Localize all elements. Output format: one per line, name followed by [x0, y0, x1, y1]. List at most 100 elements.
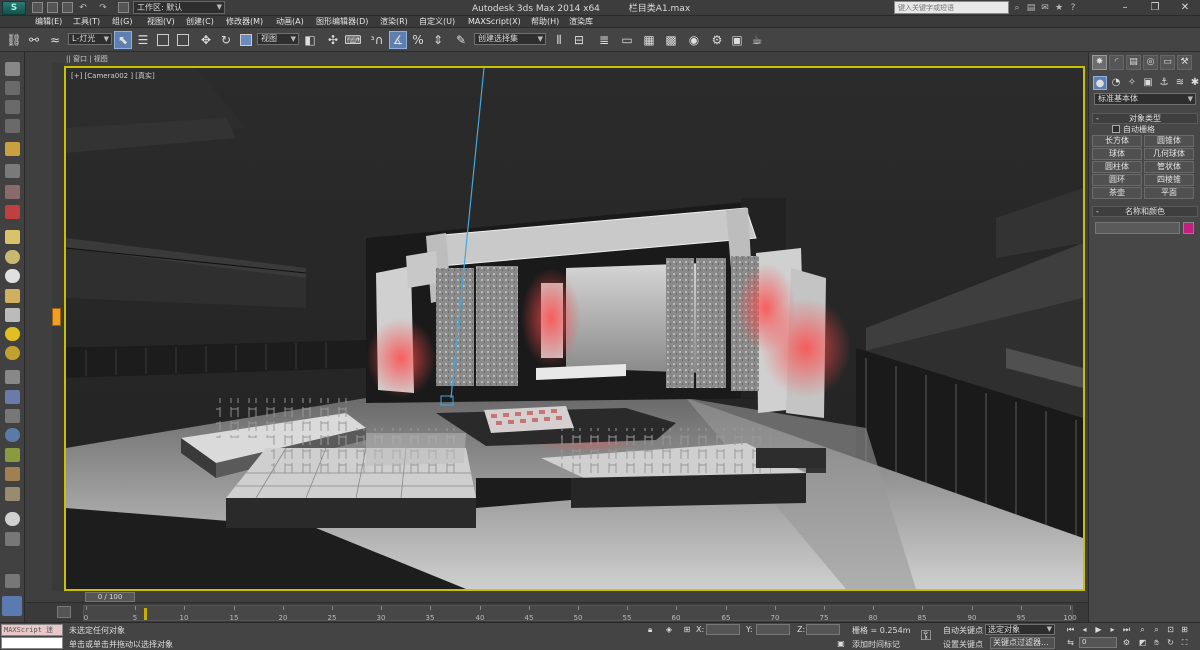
- cylinder-icon[interactable]: [5, 532, 20, 546]
- search-icon[interactable]: ⌕: [1012, 3, 1022, 13]
- help-search-input[interactable]: [894, 1, 1009, 14]
- x-coord-field[interactable]: [706, 624, 740, 635]
- globe-icon[interactable]: [5, 428, 20, 442]
- set-key-button[interactable]: 设置关键点: [943, 639, 983, 650]
- shapes-icon[interactable]: ◔: [1109, 76, 1123, 90]
- key-filters-button[interactable]: 关键点过滤器...: [990, 637, 1055, 649]
- percent-snap-icon[interactable]: %: [409, 31, 427, 49]
- paint-icon[interactable]: [5, 390, 20, 404]
- object-color-swatch[interactable]: [1183, 222, 1194, 234]
- snaps-toggle-icon[interactable]: ᶟ∩: [368, 31, 386, 49]
- cloth-icon[interactable]: [5, 409, 20, 423]
- menu-tools[interactable]: 工具(T): [73, 16, 100, 28]
- graphite-ribbon-icon[interactable]: ▭: [618, 31, 636, 49]
- angle-snap-icon[interactable]: ∡: [389, 31, 407, 49]
- create-tab-icon[interactable]: ✸: [1092, 55, 1107, 70]
- particle-icon[interactable]: [5, 487, 20, 501]
- mini-curve-editor-button[interactable]: [57, 606, 71, 618]
- eye-icon[interactable]: [5, 62, 20, 76]
- pan-icon[interactable]: ✋︎: [1151, 637, 1162, 648]
- menu-group[interactable]: 组(G): [112, 16, 132, 28]
- save-file-icon[interactable]: [62, 2, 73, 13]
- zoom-extents-icon[interactable]: ⊡: [1165, 624, 1176, 635]
- menu-rendering[interactable]: 渲染(R): [380, 16, 408, 28]
- viewport-layout-icon[interactable]: [2, 596, 22, 616]
- layer-manager-icon[interactable]: ≣: [595, 31, 613, 49]
- menu-maxscript[interactable]: MAXScript(X): [468, 16, 521, 28]
- bind-to-space-warp-icon[interactable]: ≈: [46, 31, 64, 49]
- pivot-center-icon[interactable]: ◧: [301, 31, 319, 49]
- display-tab-icon[interactable]: ▭: [1160, 55, 1175, 70]
- viewport-tab[interactable]: || 窗口 | 视图: [66, 55, 116, 64]
- biped-icon[interactable]: [5, 185, 20, 199]
- minimize-button[interactable]: –: [1110, 0, 1140, 16]
- render-icon[interactable]: [5, 81, 20, 95]
- menu-animation[interactable]: 动画(A): [276, 16, 304, 28]
- object-type-rollout[interactable]: - 对象类型: [1092, 113, 1198, 124]
- current-frame-marker[interactable]: [144, 608, 147, 620]
- window-crossing-icon[interactable]: [174, 31, 192, 49]
- menu-create[interactable]: 创建(C): [186, 16, 214, 28]
- previous-frame-icon[interactable]: ◂: [1079, 624, 1090, 635]
- camera-viewport[interactable]: [+] [Camera002 ] [真实]: [64, 66, 1085, 591]
- open-file-icon[interactable]: [47, 2, 58, 13]
- scale-icon[interactable]: [237, 31, 255, 49]
- render-production-icon[interactable]: ☕: [748, 31, 766, 49]
- maximize-button[interactable]: ❐: [1140, 0, 1170, 16]
- communication-center-icon[interactable]: ✉: [1040, 3, 1050, 13]
- unlink-selection-icon[interactable]: ⚯: [25, 31, 43, 49]
- move-icon[interactable]: ✥: [197, 31, 215, 49]
- menu-customize[interactable]: 自定义(U): [419, 16, 455, 28]
- skeleton-icon[interactable]: [5, 164, 20, 178]
- motion-tab-icon[interactable]: ◎: [1143, 55, 1158, 70]
- key-selection-dropdown[interactable]: 选定对象 ▼: [985, 624, 1055, 635]
- document-icon[interactable]: [5, 100, 20, 114]
- maximize-viewport-icon[interactable]: ⛶: [1179, 637, 1190, 648]
- select-manipulate-icon[interactable]: ✣: [324, 31, 342, 49]
- keyboard-shortcut-override-icon[interactable]: ⌨: [344, 31, 362, 49]
- viewport-slider-handle[interactable]: [52, 308, 61, 326]
- subscription-icon[interactable]: ▤: [1026, 3, 1036, 13]
- torus-icon[interactable]: [5, 289, 20, 303]
- sphere-icon[interactable]: [5, 269, 20, 283]
- sphere-button[interactable]: 球体: [1092, 148, 1142, 160]
- orbit-icon[interactable]: ↻: [1165, 637, 1176, 648]
- disk-icon[interactable]: [5, 346, 20, 360]
- reference-coordinate-dropdown[interactable]: 视图 ▼: [257, 33, 299, 45]
- select-and-link-icon[interactable]: ⛓: [5, 31, 23, 49]
- systems-icon[interactable]: ✱: [1188, 76, 1200, 90]
- geosphere-button[interactable]: 几何球体: [1144, 148, 1194, 160]
- workspace-dropdown[interactable]: 工作区: 默认 ▼: [133, 1, 225, 14]
- add-time-tag-button[interactable]: 添加时间标记: [852, 639, 900, 650]
- maxscript-mini-listener[interactable]: [1, 637, 63, 649]
- curve-editor-icon[interactable]: ▦: [640, 31, 658, 49]
- schematic-view-icon[interactable]: ▩: [662, 31, 680, 49]
- zoom-extents-all-icon[interactable]: ⊞: [1179, 624, 1190, 635]
- selection-lock-icon[interactable]: 🔒︎: [648, 625, 656, 634]
- new-file-icon[interactable]: [32, 2, 43, 13]
- light-icon[interactable]: [5, 142, 20, 156]
- menu-render-library[interactable]: 渲染库: [569, 16, 593, 28]
- menu-help[interactable]: 帮助(H): [531, 16, 559, 28]
- render-setup-icon[interactable]: ⚙: [708, 31, 726, 49]
- track-bar-timeline[interactable]: 0 5 10 15 20 25 30 35 40 45 50 55 60 65 70 75 80 85 90 95 10…: [83, 605, 1077, 622]
- box-button[interactable]: 长方体: [1092, 135, 1142, 147]
- utilities-tab-icon[interactable]: ⚒: [1177, 55, 1192, 70]
- spinner-snap-icon[interactable]: ⇕: [429, 31, 447, 49]
- isolate-icon[interactable]: ◈: [664, 625, 674, 635]
- animal-icon[interactable]: [5, 467, 20, 481]
- select-object-icon[interactable]: ⬉: [114, 31, 132, 49]
- help-icon[interactable]: ?: [1068, 3, 1078, 13]
- torus-button[interactable]: 圆环: [1092, 174, 1142, 186]
- pyramid-button[interactable]: 四棱锥: [1144, 174, 1194, 186]
- ball-icon[interactable]: [5, 512, 20, 526]
- hierarchy-tab-icon[interactable]: ▤: [1126, 55, 1141, 70]
- hair-icon[interactable]: [5, 448, 20, 462]
- field-of-view-icon[interactable]: ◩: [1137, 637, 1148, 648]
- time-slider-thumb[interactable]: 0 / 100: [85, 592, 135, 602]
- teapot-button[interactable]: 茶壶: [1092, 187, 1142, 199]
- go-to-start-icon[interactable]: ⏮: [1065, 624, 1076, 635]
- geometry-icon[interactable]: ●: [1093, 76, 1107, 90]
- helpers-icon[interactable]: ⚓: [1157, 76, 1171, 90]
- box-primitive-icon[interactable]: [5, 230, 20, 244]
